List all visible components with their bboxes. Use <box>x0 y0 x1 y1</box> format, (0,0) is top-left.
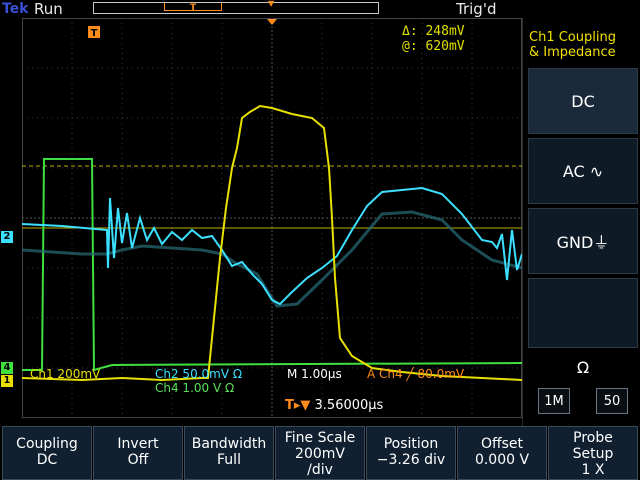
coupling-menu-title: Coupling <box>16 436 78 452</box>
bandwidth-menu-value: Full <box>217 452 241 468</box>
coupling-menu-button[interactable]: Coupling DC <box>2 426 92 480</box>
ch1-scale-readout[interactable]: Ch1 200mV <box>30 367 100 381</box>
side-menu: Ch1 Coupling & Impedance DC AC ∿ GND⏚ Ω … <box>526 26 640 426</box>
display-divider <box>522 18 523 426</box>
trigger-position-icon <box>267 19 277 25</box>
probe-setup-menu-button[interactable]: Probe Setup 1 X <box>548 426 638 480</box>
side-menu-title-line2: & Impedance <box>529 45 616 60</box>
timebase-readout[interactable]: M 1.00µs <box>287 367 342 381</box>
side-menu-title: Ch1 Coupling & Impedance <box>526 30 640 70</box>
brand-logo: Tek <box>2 1 29 17</box>
at-value: 620mV <box>425 39 465 54</box>
delta-value: 248mV <box>425 24 465 39</box>
fine-scale-menu-value: 200mV <box>295 446 345 462</box>
invert-menu-value: Off <box>127 452 149 468</box>
bottom-menu: Coupling DC Invert Off Bandwidth Full Fi… <box>0 426 640 480</box>
impedance-1m-label: 1M <box>544 393 564 409</box>
trigger-readout[interactable]: A Ch4 ╱ 80.0mV <box>367 367 464 381</box>
channel-readout: Ch1 200mV Ch2 50.0mV Ω M 1.00µs A Ch4 ╱ … <box>0 366 522 398</box>
acquisition-state: Run <box>34 0 63 18</box>
trigger-position-value: 3.56000µs <box>314 398 384 413</box>
ch2-marker-label: 2 <box>3 231 11 242</box>
fine-scale-menu-button[interactable]: Fine Scale 200mV /div <box>275 426 365 480</box>
coupling-gnd-label: GND⏚ <box>556 233 610 252</box>
impedance-label: Ω <box>576 358 590 377</box>
trigger-status: Trig'd <box>456 0 497 18</box>
ch2-marker[interactable]: 2 <box>1 231 13 243</box>
offset-menu-value: 0.000 V <box>474 452 530 468</box>
fine-scale-menu-title: Fine Scale <box>284 430 356 446</box>
coupling-gnd-button[interactable]: GND⏚ <box>528 208 638 274</box>
probe-setup-menu-title2: Setup <box>572 446 614 462</box>
probe-setup-menu-value: 1 X <box>581 462 605 478</box>
delta-label: Δ: <box>402 24 418 39</box>
record-view-bar[interactable] <box>93 2 379 14</box>
graticule-grid <box>22 18 522 418</box>
impedance-1m-button[interactable]: 1M <box>538 388 570 414</box>
status-bar: Tek Run T ▼ Trig'd <box>0 0 640 18</box>
bandwidth-menu-title: Bandwidth <box>191 436 267 452</box>
trigger-offset-icon: T▸▼ <box>285 398 311 413</box>
cursor-readout: Δ: 248mV @: 620mV <box>402 24 465 54</box>
coupling-dc-button[interactable]: DC <box>528 68 638 134</box>
coupling-ac-label: AC ∿ <box>562 161 604 181</box>
coupling-ac-button[interactable]: AC ∿ <box>528 138 638 204</box>
side-menu-empty-slot[interactable] <box>528 278 638 348</box>
fine-scale-menu-unit: /div <box>307 462 333 478</box>
probe-setup-menu-title: Probe <box>573 430 613 446</box>
invert-menu-title: Invert <box>117 436 159 452</box>
trigger-position-readout: T▸▼ 3.56000µs <box>285 398 383 413</box>
impedance-50-label: 50 <box>603 393 621 409</box>
position-menu-button[interactable]: Position −3.26 div <box>366 426 456 480</box>
impedance-50-button[interactable]: 50 <box>596 388 628 414</box>
coupling-menu-value: DC <box>36 452 58 468</box>
record-trigger-marker-icon: ▼ <box>268 0 275 8</box>
svg-text:T: T <box>91 28 98 39</box>
bandwidth-menu-button[interactable]: Bandwidth Full <box>184 426 274 480</box>
coupling-dc-label: DC <box>571 91 595 111</box>
record-trigger-icon: T <box>190 3 197 13</box>
offset-menu-button[interactable]: Offset 0.000 V <box>457 426 547 480</box>
side-menu-title-line1: Ch1 Coupling <box>529 30 616 45</box>
ch4-scale-readout[interactable]: Ch4 1.00 V Ω <box>155 381 234 395</box>
waveform-display[interactable]: T <box>22 18 522 418</box>
offset-menu-title: Offset <box>480 436 524 452</box>
position-menu-value: −3.26 div <box>376 452 446 468</box>
ch2-scale-readout[interactable]: Ch2 50.0mV Ω <box>155 367 242 381</box>
invert-menu-button[interactable]: Invert Off <box>93 426 183 480</box>
position-menu-title: Position <box>383 436 439 452</box>
at-label: @: <box>402 39 418 54</box>
